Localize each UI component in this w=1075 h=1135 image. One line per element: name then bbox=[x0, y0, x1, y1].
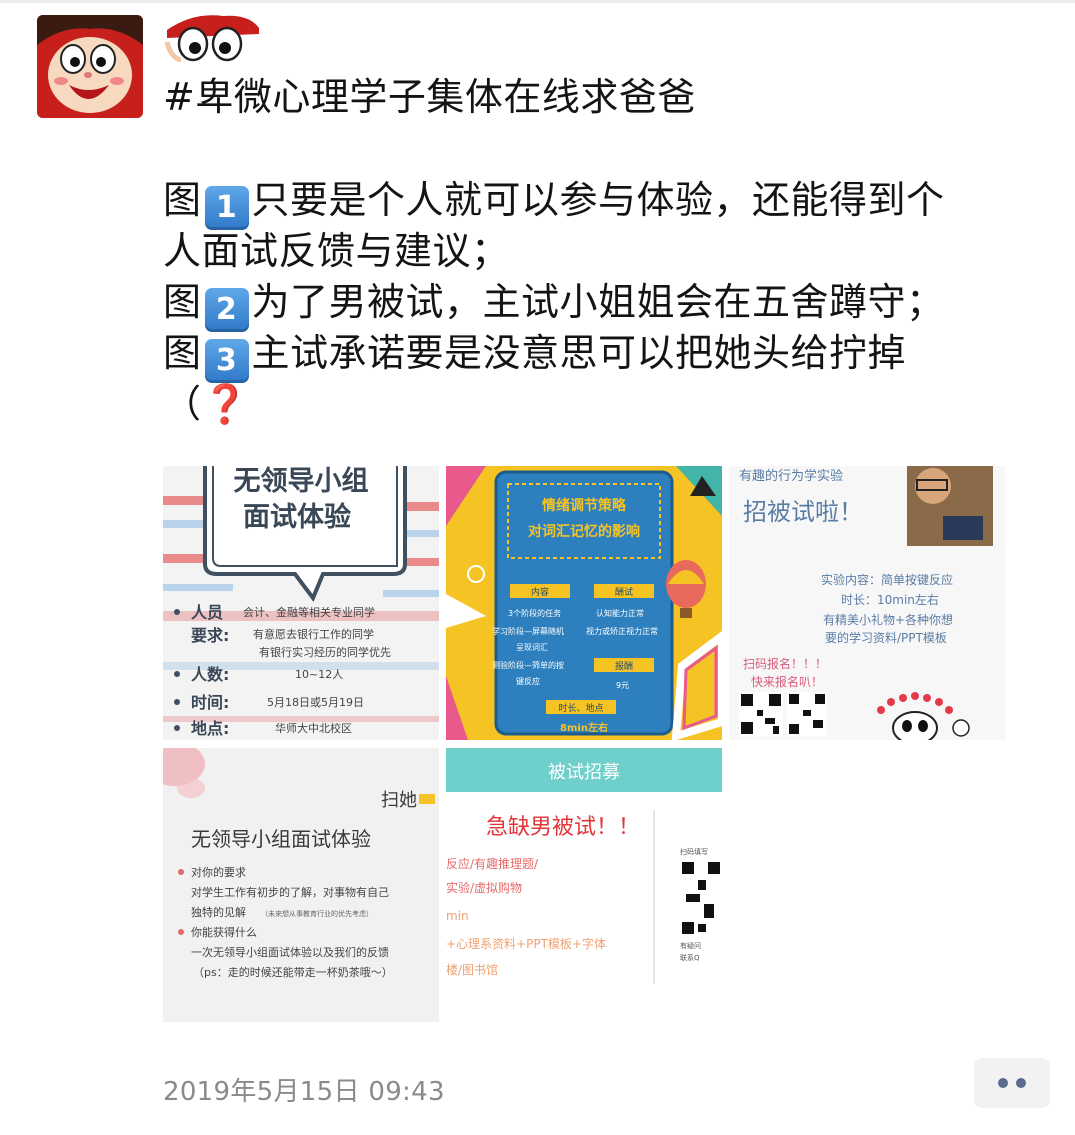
post-text-segment: 图 bbox=[163, 178, 202, 222]
img3-l3: 有精美小礼物+各种你想 bbox=[823, 612, 953, 627]
img5-l2: 实验/虚拟购物 bbox=[446, 880, 522, 895]
img5-l5: 楼/图书馆 bbox=[446, 962, 498, 977]
image-3-thumbnail[interactable]: 有趣的行为学实验 招被试啦！ 实验内容：简单按键反应 时长：10min左右 有精… bbox=[729, 466, 1005, 740]
img5-banner: 被试招募 bbox=[548, 762, 620, 783]
img5-heading: 急缺男被试！！ bbox=[486, 815, 640, 840]
post-text-segment: #卑微心理学子集体在线求爸爸 bbox=[163, 75, 696, 119]
img2-title2: 对词汇记忆的影响 bbox=[528, 523, 640, 540]
more-options-button[interactable] bbox=[974, 1058, 1050, 1108]
post-text-segment: （ bbox=[163, 382, 202, 426]
post-line-l2: 人面试反馈与建议； bbox=[163, 226, 1043, 277]
img2-duration: 8min左右 bbox=[560, 721, 608, 734]
img4-b2a: 一次无领导小组面试体验以及我们的反馈 bbox=[191, 945, 389, 959]
img1-time-value: 5月18日或5月19日 bbox=[267, 696, 364, 709]
post-line-l1: 图 1 只要是个人就可以参与体验，还能得到个 bbox=[163, 175, 1043, 230]
img2-c5: 键反应 bbox=[516, 676, 540, 686]
img3-l2: 时长：10min左右 bbox=[841, 592, 939, 607]
image-2-thumbnail[interactable]: 情绪调节策略 对词汇记忆的影响 内容 酬试 3个阶段的任务 学习阶段—屏幕随机 … bbox=[446, 466, 722, 740]
image-5-thumbnail[interactable]: 被试招募 急缺男被试！！ 反应/有趣推理题/ 实验/虚拟购物 min +心理系资… bbox=[446, 748, 722, 1022]
img1-place-label: 地点: bbox=[191, 719, 229, 738]
img2-r1: 认知能力正常 bbox=[596, 608, 644, 618]
img5-l3: min bbox=[446, 909, 469, 923]
post-line-l3: 图 2 为了男被试，主试小姐姐会在五舍蹲守； bbox=[163, 277, 1043, 332]
user-avatar[interactable] bbox=[37, 15, 143, 118]
image-1-thumbnail[interactable]: 无领导小组 面试体验 人员 会计、金融等相关专业同学 要求: 有意愿去银行工作的… bbox=[163, 466, 439, 740]
img1-heading1: 无领导小组 bbox=[234, 466, 369, 497]
post-timestamp: 2019年5月15日 09:43 bbox=[163, 1077, 445, 1107]
keycap-1-icon: 1 bbox=[204, 186, 249, 230]
img1-req-text3: 有银行实习经历的同学优先 bbox=[259, 645, 391, 659]
img4-b1a: 对学生工作有初步的了解，对事物有自己 bbox=[191, 885, 389, 899]
img3-top-text: 有趣的行为学实验 bbox=[739, 468, 843, 484]
img2-r2: 视力或矫正视力正常 bbox=[586, 626, 658, 636]
img4-b1: 对你的要求 bbox=[191, 865, 246, 879]
img1-count-label: 人数: bbox=[191, 665, 229, 684]
img1-count-value: 10~12人 bbox=[295, 668, 343, 681]
img3-scan2: 快来报名叭！ bbox=[751, 674, 823, 689]
image-grid: 无领导小组 面试体验 人员 会计、金融等相关专业同学 要求: 有意愿去银行工作的… bbox=[163, 466, 1005, 1022]
post-text-segment: 图 bbox=[163, 331, 202, 375]
top-divider bbox=[0, 0, 1075, 3]
img4-title: 无领导小组面试体验 bbox=[191, 827, 371, 851]
img2-c4: 测验阶段—筛单的按 bbox=[492, 660, 564, 670]
img2-c3: 呈现词汇 bbox=[516, 643, 548, 652]
img4-b2: 你能获得什么 bbox=[191, 925, 257, 939]
post-text: #卑微心理学子集体在线求爸爸图 1 只要是个人就可以参与体验，还能得到个 人面试反馈与… bbox=[163, 72, 1043, 430]
img2-fee-value: 9元 bbox=[616, 681, 629, 690]
img3-l1: 实验内容：简单按键反应 bbox=[821, 572, 953, 587]
img4-b1b: 独特的见解 bbox=[191, 905, 246, 919]
img2-title1: 情绪调节策略 bbox=[542, 497, 627, 514]
img1-heading2: 面试体验 bbox=[243, 501, 351, 533]
img5-qr-caption1: 扫码填写 bbox=[680, 847, 708, 856]
img2-c1: 3个阶段的任务 bbox=[508, 608, 561, 618]
nickname-emoji[interactable] bbox=[163, 12, 261, 63]
img2-c2: 学习阶段—屏幕随机 bbox=[492, 626, 564, 636]
img5-qr-caption3: 联系Q bbox=[680, 953, 700, 962]
img5-l4: +心理系资料+PPT模板+字体 bbox=[446, 936, 606, 951]
img3-l4: 要的学习资料/PPT模板 bbox=[825, 630, 947, 645]
post-text-segment: 主试承诺要是没意思可以把她头给拧掉 bbox=[251, 331, 907, 375]
img1-req-label2: 要求: bbox=[191, 626, 229, 645]
img1-req-label: 人员 bbox=[191, 603, 223, 622]
post-text-segment: 图 bbox=[163, 280, 202, 324]
img1-req-text1: 会计、金融等相关专业同学 bbox=[243, 605, 375, 619]
post-text-segment: 人面试反馈与建议； bbox=[163, 229, 510, 273]
more-dot-icon bbox=[1016, 1078, 1026, 1088]
question-mark-icon: ❓ bbox=[201, 382, 250, 426]
img5-l1: 反应/有趣推理题/ bbox=[446, 856, 539, 871]
post-line-l5: （❓ bbox=[163, 379, 1043, 430]
img4-corner: 扫她 bbox=[381, 790, 417, 811]
keycap-2-icon: 2 bbox=[204, 288, 249, 332]
img4-b2b: （ps：走的时候还能带走一杯奶茶哦～） bbox=[193, 965, 393, 979]
post-text-segment: 为了男被试，主试小姐姐会在五舍蹲守； bbox=[251, 280, 945, 324]
img3-heading: 招被试啦！ bbox=[743, 498, 863, 526]
img1-req-text2: 有意愿去银行工作的同学 bbox=[253, 627, 374, 641]
img2-timeplace-label: 时长、地点 bbox=[558, 702, 603, 714]
post-line-title: #卑微心理学子集体在线求爸爸 bbox=[163, 72, 1043, 123]
img2-reward-label: 酬试 bbox=[615, 586, 633, 598]
post-text-segment: 只要是个人就可以参与体验，还能得到个 bbox=[251, 178, 945, 222]
img2-content-label: 内容 bbox=[531, 586, 549, 598]
img4-b1c: （未来想从事教育行业的优先考虑） bbox=[261, 909, 373, 918]
post-line-l4: 图 3 主试承诺要是没意思可以把她头给拧掉 bbox=[163, 328, 1043, 383]
image-4-thumbnail[interactable]: 扫她 无领导小组面试体验 对你的要求 对学生工作有初步的了解，对事物有自己 独特… bbox=[163, 748, 439, 1022]
keycap-3-icon: 3 bbox=[204, 339, 249, 383]
img5-qr-caption2: 有疑问 bbox=[680, 941, 701, 950]
img3-scan1: 扫码报名！！！ bbox=[743, 656, 827, 671]
more-dot-icon bbox=[998, 1078, 1008, 1088]
img1-time-label: 时间: bbox=[191, 693, 229, 712]
img1-place-value: 华师大中北校区 bbox=[275, 721, 352, 735]
img2-fee-label: 报酬 bbox=[615, 660, 633, 672]
